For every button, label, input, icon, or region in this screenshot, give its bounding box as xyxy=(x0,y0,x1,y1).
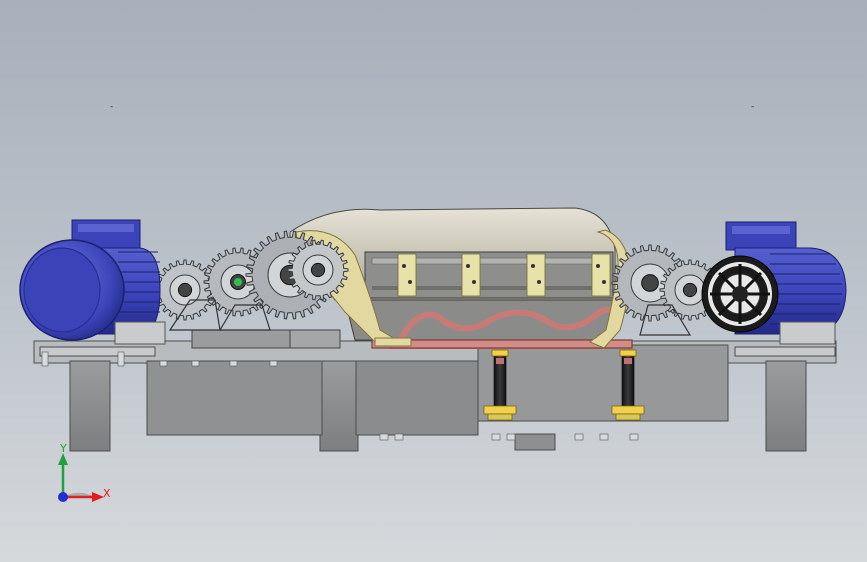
triad-x-label: X xyxy=(103,487,111,500)
cad-viewport[interactable]: - - Y X xyxy=(0,0,867,562)
coordinate-triad-icon: Y X xyxy=(58,442,111,502)
triad-y-label: Y xyxy=(59,442,67,455)
